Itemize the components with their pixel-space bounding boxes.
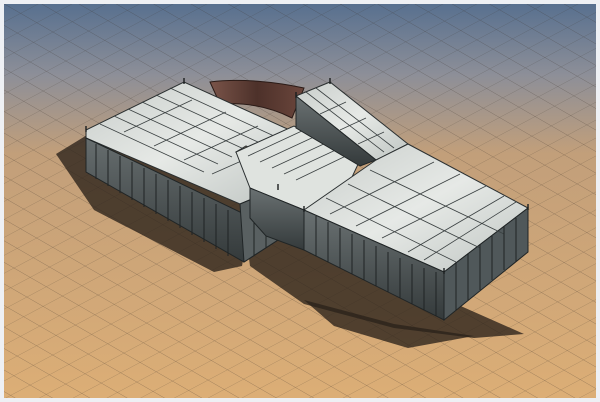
scene-canvas [4, 4, 596, 398]
render-viewport [0, 0, 600, 402]
